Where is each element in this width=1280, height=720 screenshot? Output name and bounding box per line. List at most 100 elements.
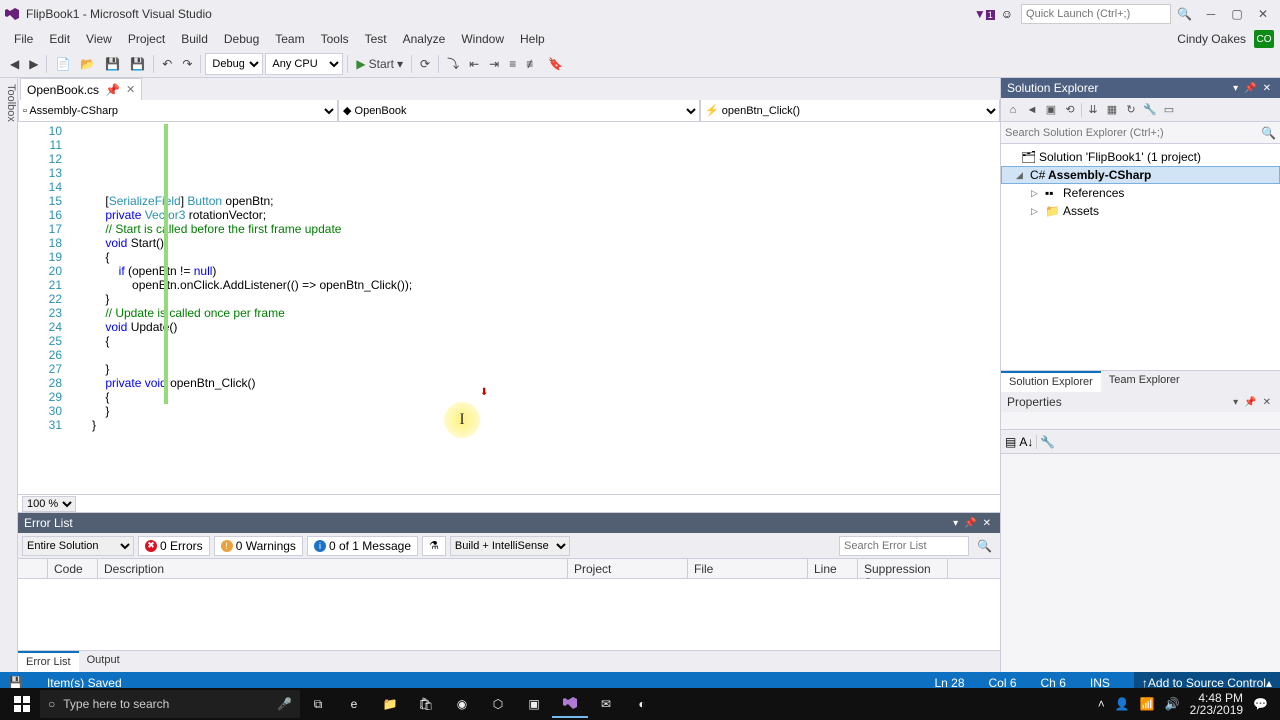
solution-tree[interactable]: 🗂Solution 'FlipBook1' (1 project) ◢C#Ass… [1001, 144, 1280, 370]
tray-up-icon[interactable]: ˄ [1098, 697, 1105, 711]
new-project-button[interactable]: 📄 [51, 53, 74, 75]
error-search-input[interactable] [839, 536, 969, 556]
zoom-select[interactable]: 100 % [22, 496, 76, 512]
mic-icon[interactable]: 🎤 [277, 697, 292, 711]
search-icon[interactable]: 🔍 [1171, 7, 1198, 21]
redo-button[interactable]: ↷ [178, 53, 196, 75]
panel-pin-icon[interactable]: 📌 [961, 518, 979, 529]
taskbar-clock[interactable]: 4:48 PM2/23/2019 [1190, 692, 1243, 716]
messages-filter[interactable]: i0 of 1 Message [307, 536, 418, 556]
preview-icon[interactable]: ▭ [1161, 102, 1177, 118]
solution-search-input[interactable] [1005, 127, 1261, 139]
start-button[interactable]: ▶Start ▾ [352, 57, 407, 71]
sync-icon[interactable]: ⟲ [1062, 102, 1078, 118]
taskbar-explorer-icon[interactable]: 📁 [372, 690, 408, 718]
assets-node[interactable]: ▷📁Assets [1001, 202, 1280, 220]
pin-icon[interactable]: 📌 [105, 83, 120, 97]
panel-pin-icon[interactable]: 📌 [1241, 83, 1259, 94]
panel-dropdown-icon[interactable]: ▾ [1230, 83, 1241, 94]
uncomment-icon[interactable]: ≢ [522, 53, 542, 75]
maximize-button[interactable]: ▢ [1224, 4, 1250, 24]
code-text[interactable]: ⬇ I [SerializeField] Button openBtn; pri… [92, 122, 1000, 494]
search-icon[interactable]: 🔍 [973, 539, 996, 553]
error-col-project[interactable]: Project [568, 559, 688, 578]
properties-icon[interactable]: 🔧 [1142, 102, 1158, 118]
code-editor[interactable]: 1011121314151617181920212223242526272829… [18, 122, 1000, 494]
bookmark-icon[interactable]: 🔖 [544, 53, 567, 75]
close-button[interactable]: ✕ [1250, 4, 1276, 24]
user-avatar[interactable]: CO [1254, 30, 1274, 48]
menu-project[interactable]: Project [120, 30, 173, 48]
panel-close-icon[interactable]: ✕ [1260, 397, 1274, 408]
system-tray[interactable]: ˄ 👤 📶 🔊 4:48 PM2/23/2019 💬 [1098, 692, 1276, 716]
platform-select[interactable]: Any CPU [265, 53, 343, 75]
nav-member-select[interactable]: ⚡ openBtn_Click() [700, 100, 1000, 122]
taskbar-chrome-icon[interactable]: ◉ [444, 690, 480, 718]
search-icon[interactable]: 🔍 [1261, 126, 1276, 140]
forward-button[interactable]: ▶ [25, 53, 42, 75]
menu-file[interactable]: File [6, 30, 41, 48]
menu-debug[interactable]: Debug [216, 30, 267, 48]
menu-edit[interactable]: Edit [41, 30, 78, 48]
error-col-icon[interactable] [18, 559, 48, 578]
property-pages-icon[interactable]: 🔧 [1040, 435, 1055, 449]
nav-project-select[interactable]: ▫ Assembly-CSharp [18, 100, 338, 122]
taskbar-app-icon[interactable]: ⬡ [480, 690, 516, 718]
menu-window[interactable]: Window [453, 30, 512, 48]
panel-close-icon[interactable]: ✕ [980, 518, 994, 529]
solution-node[interactable]: 🗂Solution 'FlipBook1' (1 project) [1001, 148, 1280, 166]
properties-object-select[interactable] [1001, 412, 1280, 430]
save-button[interactable]: 💾 [101, 53, 124, 75]
back-icon[interactable]: ◄ [1024, 102, 1040, 118]
tab-output[interactable]: Output [79, 651, 128, 672]
outline-margin[interactable] [70, 122, 92, 494]
nav-class-select[interactable]: ◆ OpenBook [338, 100, 700, 122]
filter-icon[interactable]: ⚗ [422, 536, 446, 556]
taskbar-edge-icon[interactable]: e [336, 690, 372, 718]
menu-team[interactable]: Team [267, 30, 312, 48]
tab-team-explorer[interactable]: Team Explorer [1101, 371, 1188, 392]
close-tab-icon[interactable]: ✕ [126, 83, 135, 96]
task-view-icon[interactable]: ⧉ [300, 690, 336, 718]
menu-help[interactable]: Help [512, 30, 553, 48]
error-col-file[interactable]: File [688, 559, 808, 578]
user-name[interactable]: Cindy Oakes [1177, 32, 1252, 46]
alphabetical-icon[interactable]: A↓ [1019, 435, 1033, 449]
notification-flag-icon[interactable]: ▼1 [974, 7, 995, 21]
error-col-line[interactable]: Line [808, 559, 858, 578]
menu-view[interactable]: View [78, 30, 120, 48]
categorized-icon[interactable]: ▤ [1005, 435, 1016, 449]
error-scope-select[interactable]: Entire Solution [22, 536, 134, 556]
warnings-filter[interactable]: !0 Warnings [214, 536, 303, 556]
taskbar-app2-icon[interactable]: ▣ [516, 690, 552, 718]
start-button[interactable] [4, 690, 40, 718]
indent-in-icon[interactable]: ⇥ [485, 53, 503, 75]
back-button[interactable]: ◀ [6, 53, 23, 75]
config-select[interactable]: Debug [205, 53, 263, 75]
toolbox-tab[interactable]: Toolbox [0, 78, 18, 672]
solution-icon[interactable]: ▣ [1043, 102, 1059, 118]
taskbar-vs-icon[interactable] [552, 690, 588, 718]
references-node[interactable]: ▷▪▪References [1001, 184, 1280, 202]
collapse-icon[interactable]: ⇊ [1085, 102, 1101, 118]
save-all-button[interactable]: 💾 [126, 53, 149, 75]
taskbar-mail-icon[interactable]: ✉ [588, 690, 624, 718]
tray-people-icon[interactable]: 👤 [1115, 697, 1130, 711]
tray-notification-icon[interactable]: 💬 [1253, 697, 1268, 711]
error-col-description[interactable]: Description [98, 559, 568, 578]
show-all-icon[interactable]: ▦ [1104, 102, 1120, 118]
taskbar-app3-icon[interactable]: ◐ [624, 690, 660, 718]
panel-close-icon[interactable]: ✕ [1260, 83, 1274, 94]
quick-launch-input[interactable] [1021, 4, 1171, 24]
menu-analyze[interactable]: Analyze [395, 30, 454, 48]
error-col-code[interactable]: Code [48, 559, 98, 578]
file-tab-openbook[interactable]: OpenBook.cs 📌 ✕ [20, 78, 142, 100]
tray-wifi-icon[interactable]: 📶 [1140, 697, 1155, 711]
errors-filter[interactable]: ✖0 Errors [138, 536, 210, 556]
project-node[interactable]: ◢C#Assembly-CSharp [1001, 166, 1280, 184]
panel-dropdown-icon[interactable]: ▾ [1230, 397, 1241, 408]
menu-tools[interactable]: Tools [313, 30, 357, 48]
tab-error-list[interactable]: Error List [18, 651, 79, 672]
menu-build[interactable]: Build [173, 30, 216, 48]
feedback-icon[interactable]: ☺ [1001, 7, 1013, 21]
